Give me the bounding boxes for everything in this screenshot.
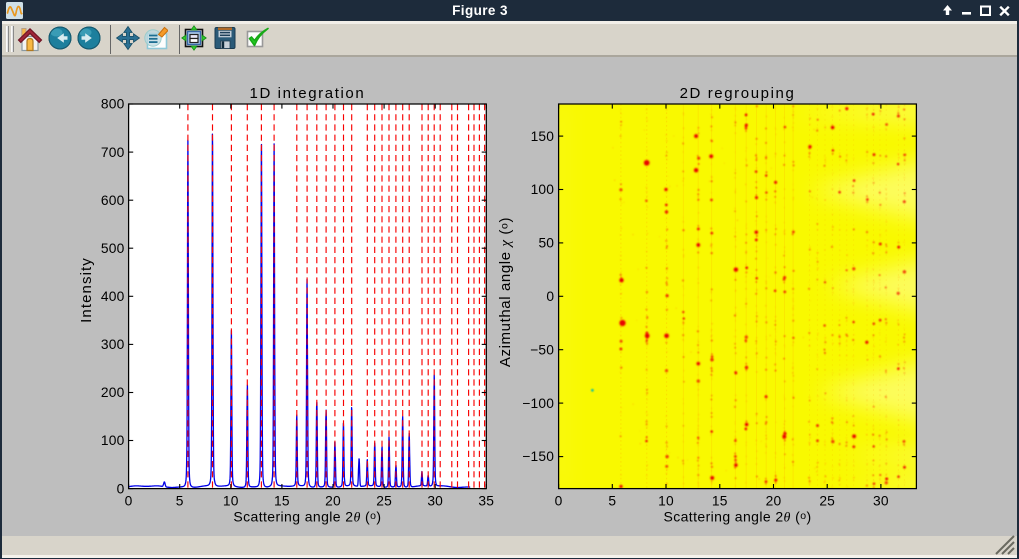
svg-text:Azimuthal angle χ (o): Azimuthal angle χ (o) [497, 217, 514, 367]
svg-text:50: 50 [538, 236, 554, 251]
svg-text:25: 25 [819, 494, 835, 509]
svg-text:20: 20 [766, 494, 782, 509]
svg-text:10: 10 [223, 494, 239, 509]
svg-text:−150: −150 [522, 449, 554, 464]
svg-text:700: 700 [101, 145, 125, 160]
svg-text:100: 100 [531, 182, 555, 197]
svg-text:2D regrouping: 2D regrouping [680, 85, 796, 102]
svg-text:30: 30 [873, 494, 889, 509]
svg-text:5: 5 [176, 494, 184, 509]
svg-text:20: 20 [325, 494, 341, 509]
svg-text:15: 15 [274, 494, 290, 509]
svg-text:100: 100 [101, 433, 125, 448]
svg-text:10: 10 [658, 494, 674, 509]
svg-text:−100: −100 [522, 396, 554, 411]
svg-text:30: 30 [427, 494, 443, 509]
svg-text:200: 200 [101, 385, 125, 400]
svg-text:Scattering angle 2θ (o): Scattering angle 2θ (o) [233, 509, 381, 526]
svg-text:Scattering angle 2θ (o): Scattering angle 2θ (o) [663, 509, 811, 526]
svg-text:300: 300 [101, 337, 125, 352]
svg-text:25: 25 [376, 494, 392, 509]
svg-text:150: 150 [531, 129, 555, 144]
svg-text:Intensity: Intensity [78, 257, 95, 323]
svg-text:600: 600 [101, 193, 125, 208]
svg-text:5: 5 [608, 494, 616, 509]
svg-text:0: 0 [546, 289, 554, 304]
svg-text:0: 0 [117, 481, 125, 496]
svg-text:0: 0 [125, 494, 133, 509]
svg-text:800: 800 [101, 97, 125, 112]
svg-text:15: 15 [712, 494, 728, 509]
svg-text:1D integration: 1D integration [250, 85, 366, 102]
svg-text:400: 400 [101, 289, 125, 304]
svg-text:500: 500 [101, 241, 125, 256]
svg-text:35: 35 [478, 494, 494, 509]
svg-text:−50: −50 [530, 342, 554, 357]
svg-text:0: 0 [555, 494, 563, 509]
